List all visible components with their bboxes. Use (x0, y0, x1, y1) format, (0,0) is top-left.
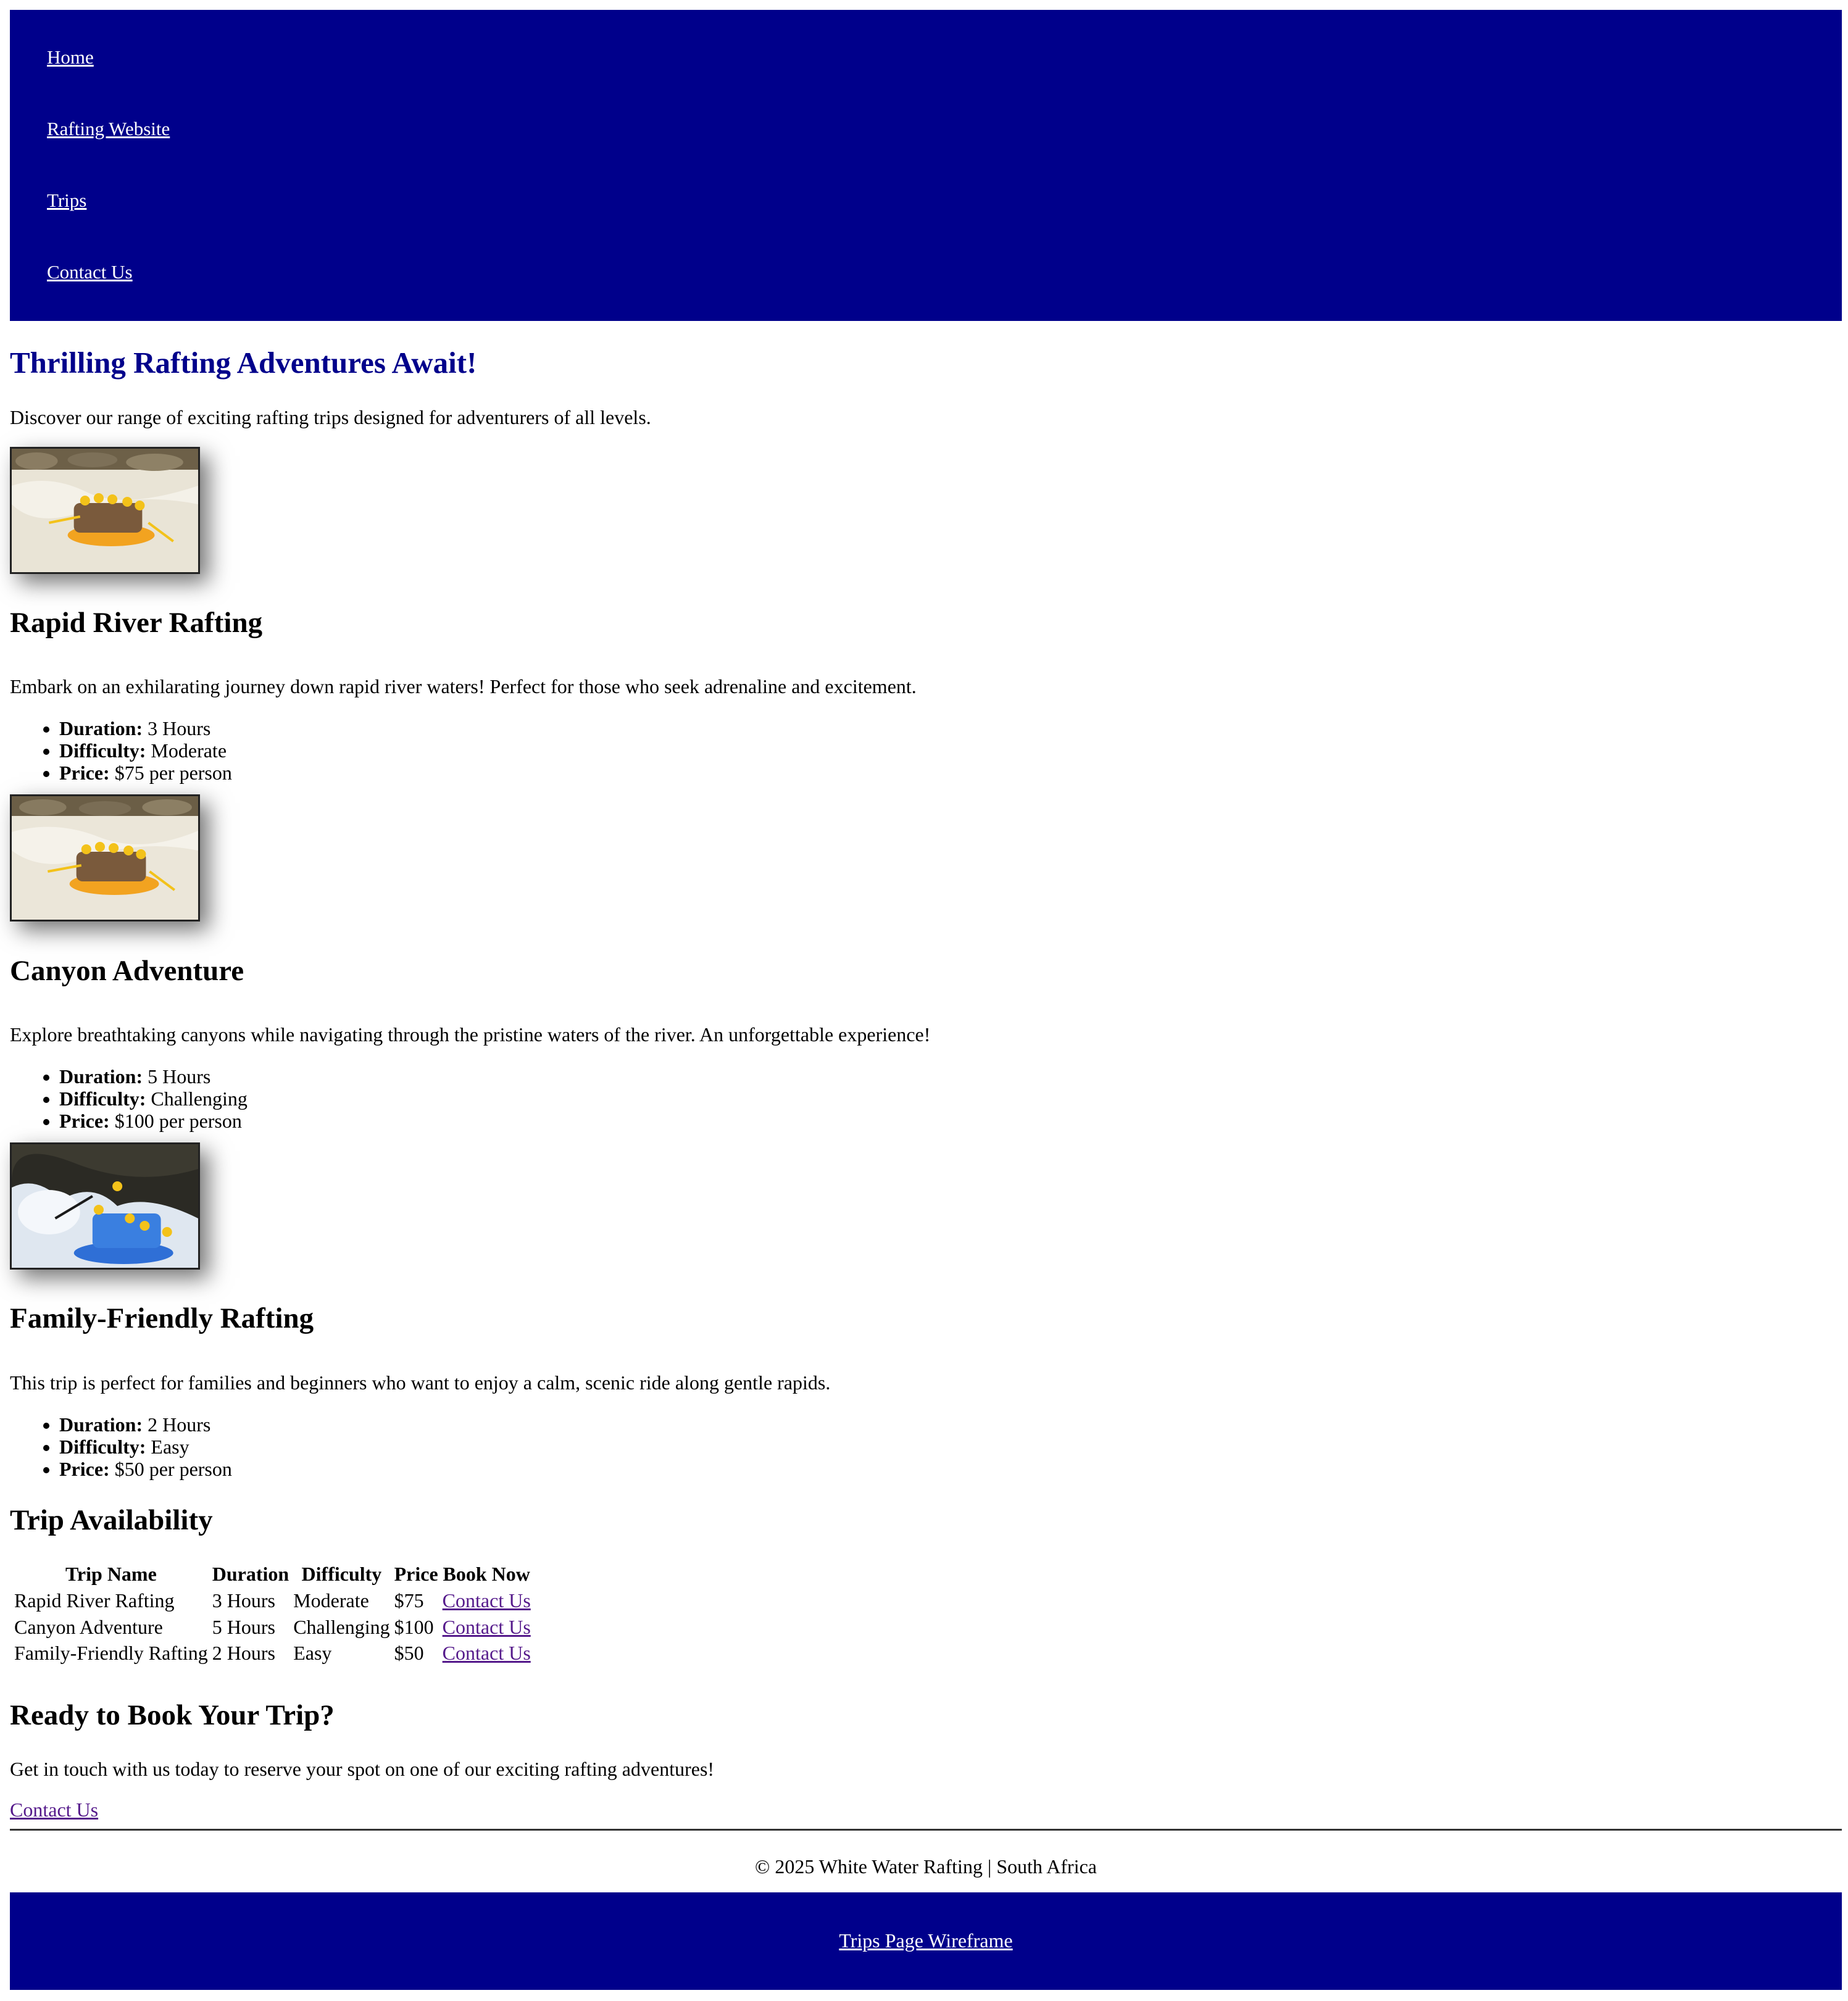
column-header: Price (394, 1563, 438, 1585)
fact-label: Difficulty: (59, 1088, 146, 1110)
nav-item-trips: Trips (47, 189, 86, 212)
table-cell: 3 Hours (212, 1589, 275, 1612)
footer-divider (10, 1829, 1842, 1831)
table-cell: Rapid River Rafting (14, 1589, 175, 1612)
table-row: Canyon Adventure 5 Hours Challenging $10… (14, 1616, 531, 1639)
table-row: Family-Friendly Rafting 2 Hours Easy $50… (14, 1642, 531, 1665)
copyright-text: © 2025 White Water Rafting | South Afric… (755, 1855, 1097, 1878)
book-contact-link[interactable]: Contact Us (443, 1642, 531, 1664)
trip-fact-difficulty: Difficulty: Easy (59, 1436, 232, 1458)
trip-title-rapid-river: Rapid River Rafting (10, 607, 263, 639)
fact-label: Difficulty: (59, 739, 146, 762)
trip-fact-difficulty: Difficulty: Challenging (59, 1088, 248, 1110)
intro-text: Discover our range of exciting rafting t… (10, 406, 651, 428)
table-cell: Easy (293, 1642, 332, 1665)
trip-description-rapid-river: Embark on an exhilarating journey down r… (10, 675, 917, 697)
book-contact-link[interactable]: Contact Us (443, 1589, 531, 1612)
table-cell: $75 (394, 1589, 424, 1612)
fact-label: Duration: (59, 717, 143, 739)
trip-description-family: This trip is perfect for families and be… (10, 1371, 831, 1394)
table-cell: Canyon Adventure (14, 1615, 163, 1638)
table-cell: Challenging (293, 1615, 390, 1638)
book-contact-link[interactable]: Contact Us (443, 1616, 531, 1638)
trip-fact-price: Price: $50 per person (59, 1458, 232, 1480)
table-cell: Contact Us (443, 1616, 531, 1639)
nav-item-contact: Contact Us (47, 260, 133, 283)
table-cell: Contact Us (443, 1589, 531, 1612)
page-title: Thrilling Rafting Adventures Await! (10, 346, 477, 380)
fact-value: 2 Hours (148, 1413, 211, 1436)
availability-title: Trip Availability (10, 1504, 213, 1536)
nav-item-rafting-website: Rafting Website (47, 117, 170, 140)
trip-facts-rapid-river: Duration: 3 Hours Difficulty: Moderate P… (10, 717, 232, 784)
nav-item-home: Home (47, 46, 94, 69)
footer-bar: Trips Page Wireframe (10, 1892, 1842, 1990)
table-cell: Moderate (293, 1589, 369, 1612)
trip-fact-duration: Duration: 5 Hours (59, 1065, 248, 1088)
trip-fact-duration: Duration: 2 Hours (59, 1413, 232, 1436)
fact-value: 5 Hours (148, 1065, 211, 1088)
table-header-row: Trip Name Duration Difficulty Price Book… (14, 1563, 531, 1586)
booking-text: Get in touch with us today to reserve yo… (10, 1758, 715, 1780)
trip-image-rapid-river (10, 447, 200, 574)
table-cell: Family-Friendly Rafting (14, 1642, 208, 1665)
trip-fact-price: Price: $100 per person (59, 1110, 248, 1132)
fact-label: Price: (59, 1458, 110, 1480)
trip-facts-family: Duration: 2 Hours Difficulty: Easy Price… (10, 1413, 232, 1480)
fact-label: Price: (59, 762, 110, 784)
trip-description-canyon: Explore breathtaking canyons while navig… (10, 1023, 931, 1046)
fact-value: $50 per person (114, 1458, 232, 1480)
footer-wireframe-link[interactable]: Trips Page Wireframe (10, 1929, 1842, 1952)
column-header: Trip Name (65, 1563, 157, 1585)
trip-image-canyon (10, 794, 200, 921)
fact-label: Duration: (59, 1065, 143, 1088)
fact-label: Difficulty: (59, 1436, 146, 1458)
fact-value: Challenging (151, 1088, 248, 1110)
booking-title: Ready to Book Your Trip? (10, 1699, 335, 1731)
trip-fact-duration: Duration: 3 Hours (59, 717, 232, 739)
trip-fact-difficulty: Difficulty: Moderate (59, 739, 232, 762)
table-cell: $50 (394, 1642, 424, 1665)
trip-title-canyon: Canyon Adventure (10, 955, 244, 987)
fact-value: 3 Hours (148, 717, 211, 739)
trip-title-family: Family-Friendly Rafting (10, 1302, 314, 1334)
table-cell: $100 (394, 1615, 434, 1638)
column-header: Book Now (443, 1563, 530, 1585)
nav-link-contact[interactable]: Contact Us (47, 261, 133, 283)
fact-value: $100 per person (114, 1110, 242, 1132)
table-cell: 5 Hours (212, 1615, 275, 1638)
fact-label: Price: (59, 1110, 110, 1132)
fact-value: Moderate (151, 739, 227, 762)
availability-table: Trip Name Duration Difficulty Price Book… (10, 1559, 535, 1668)
table-cell: 2 Hours (212, 1642, 275, 1665)
trip-facts-canyon: Duration: 5 Hours Difficulty: Challengin… (10, 1065, 248, 1132)
top-navigation: Home Rafting Website Trips Contact Us (10, 10, 1842, 321)
nav-link-home[interactable]: Home (47, 46, 94, 68)
column-header: Difficulty (301, 1563, 382, 1585)
column-header: Duration (212, 1563, 289, 1585)
trip-image-family (10, 1142, 200, 1270)
table-cell: Contact Us (443, 1642, 531, 1665)
nav-link-trips[interactable]: Trips (47, 189, 86, 211)
fact-value: Easy (151, 1436, 189, 1458)
booking-contact-link[interactable]: Contact Us (10, 1799, 98, 1821)
table-row: Rapid River Rafting 3 Hours Moderate $75… (14, 1589, 531, 1612)
trip-fact-price: Price: $75 per person (59, 762, 232, 784)
fact-label: Duration: (59, 1413, 143, 1436)
nav-link-rafting-website[interactable]: Rafting Website (47, 118, 170, 139)
fact-value: $75 per person (114, 762, 232, 784)
